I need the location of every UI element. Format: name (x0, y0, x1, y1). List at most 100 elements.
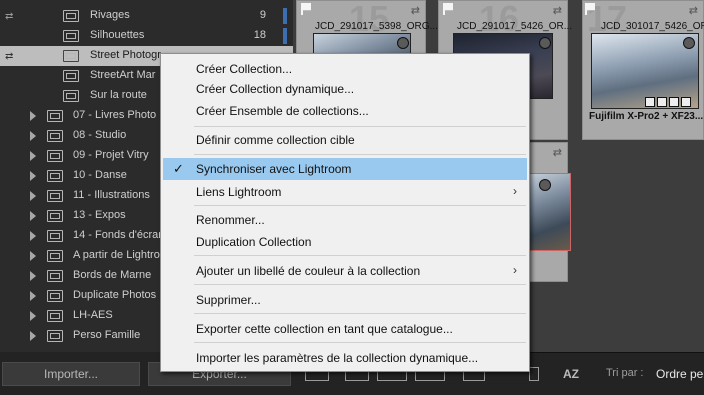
crop-badge-icon (657, 97, 667, 107)
menu-separator (194, 255, 526, 256)
collection-set-label: Perso Famille (73, 329, 141, 341)
menu-item-label: Créer Ensemble de collections... (196, 104, 369, 118)
menu-item-create-collection-set[interactable]: Créer Ensemble de collections... (163, 100, 527, 122)
expand-triangle-icon[interactable] (30, 231, 36, 241)
submenu-arrow-icon: › (513, 263, 517, 277)
menu-item-sync-lightroom[interactable]: ✓ Synchroniser avec Lightroom (163, 158, 527, 180)
submenu-arrow-icon: › (513, 184, 517, 198)
checkmark-icon: ✓ (173, 161, 184, 176)
collection-set-icon (47, 270, 63, 282)
menu-item-label: Synchroniser avec Lightroom (196, 162, 352, 176)
menu-item-label: Importer les paramètres de la collection… (196, 351, 479, 365)
menu-separator (194, 154, 526, 155)
collection-item-silhouettes[interactable]: Silhouettes 18 (0, 26, 293, 46)
menu-item-duplicate-collection[interactable]: Duplication Collection (163, 231, 527, 253)
expand-triangle-icon[interactable] (30, 151, 36, 161)
expand-triangle-icon[interactable] (30, 331, 36, 341)
collection-set-icon (47, 170, 63, 182)
expand-triangle-icon[interactable] (30, 291, 36, 301)
painter-icon[interactable] (529, 367, 539, 381)
menu-separator (194, 284, 526, 285)
expand-triangle-icon[interactable] (30, 311, 36, 321)
file-name: JCD_291017_5426_OR... (457, 21, 573, 32)
expand-triangle-icon[interactable] (30, 191, 36, 201)
menu-item-label: Renommer... (196, 213, 265, 227)
menu-separator (194, 205, 526, 206)
menu-item-label: Liens Lightroom (196, 185, 282, 199)
menu-item-label: Exporter cette collection en tant que ca… (196, 322, 453, 336)
expand-triangle-icon[interactable] (30, 211, 36, 221)
collection-set-label: 10 - Danse (73, 169, 127, 181)
collection-set-icon (47, 250, 63, 262)
menu-item-import-smart-collection-settings[interactable]: Importer les paramètres de la collection… (163, 347, 527, 369)
menu-item-label: Définir comme collection cible (196, 133, 355, 147)
expand-triangle-icon[interactable] (30, 171, 36, 181)
collection-label: StreetArt Mar (90, 69, 156, 81)
sync-indicator (283, 8, 287, 24)
menu-item-rename[interactable]: Renommer... (163, 209, 527, 231)
rotate-icon[interactable]: ⇄ (689, 4, 698, 17)
sort-value[interactable]: Ordre per (656, 367, 704, 381)
collection-set-icon (47, 310, 63, 322)
menu-item-label: Créer Collection... (196, 62, 293, 76)
menu-item-create-collection[interactable]: Créer Collection... (163, 58, 527, 80)
collection-set-label: Bords de Marne (73, 269, 152, 281)
collection-set-icon (47, 130, 63, 142)
collection-set-label: 09 - Projet Vitry (73, 149, 149, 161)
collection-set-icon (47, 110, 63, 122)
menu-item-label: Supprimer... (196, 293, 261, 307)
menu-item-export-as-catalog[interactable]: Exporter cette collection en tant que ca… (163, 318, 527, 340)
select-circle-icon[interactable] (539, 37, 551, 49)
sync-icon[interactable]: ⇄ (5, 51, 13, 62)
expand-triangle-icon[interactable] (30, 111, 36, 121)
menu-item-delete[interactable]: Supprimer... (163, 289, 527, 311)
expand-triangle-icon[interactable] (30, 131, 36, 141)
collection-set-label: 11 - Illustrations (73, 189, 150, 201)
collection-icon (63, 90, 79, 102)
menu-item-add-color-label[interactable]: Ajouter un libellé de couleur à la colle… (163, 260, 527, 282)
sync-icon[interactable]: ⇄ (5, 11, 13, 22)
menu-item-create-smart-collection[interactable]: Créer Collection dynamique... (163, 78, 527, 100)
collection-set-icon (47, 290, 63, 302)
flag-icon[interactable] (443, 3, 453, 15)
collection-icon (63, 30, 79, 42)
collection-set-icon (47, 330, 63, 342)
menu-separator (194, 313, 526, 314)
menu-separator (194, 342, 526, 343)
expand-triangle-icon[interactable] (30, 271, 36, 281)
collection-badge-icon (669, 97, 679, 107)
select-circle-icon[interactable] (683, 37, 695, 49)
collection-count: 9 (259, 9, 266, 21)
collection-set-label: Duplicate Photos (73, 289, 157, 301)
sort-direction-icon[interactable]: AZ (563, 367, 579, 381)
collection-set-label: 07 - Livres Photo (73, 109, 157, 121)
collection-item-rivages[interactable]: ⇄ Rivages 9 (0, 6, 293, 26)
grid-cell[interactable]: 17 ⇄ JCD_301017_5426_OR... Fujifilm X-Pr… (582, 0, 704, 140)
collection-set-label: LH-AES (73, 309, 113, 321)
select-circle-icon[interactable] (397, 37, 409, 49)
collection-set-label: 13 - Expos (73, 209, 126, 221)
collection-set-icon (47, 190, 63, 202)
select-circle-icon[interactable] (539, 179, 551, 191)
rotate-icon[interactable]: ⇄ (411, 4, 420, 17)
keyword-badge-icon (645, 97, 655, 107)
flag-icon[interactable] (301, 3, 311, 15)
menu-item-lightroom-links[interactable]: Liens Lightroom › (163, 181, 527, 203)
context-menu: Créer Collection... Créer Collection dyn… (160, 53, 530, 372)
menu-item-set-target-collection[interactable]: Définir comme collection cible (163, 129, 527, 151)
rotate-icon[interactable]: ⇄ (553, 4, 562, 17)
collection-set-icon (47, 210, 63, 222)
expand-triangle-icon[interactable] (30, 251, 36, 261)
menu-item-label: Ajouter un libellé de couleur à la colle… (196, 264, 421, 278)
import-button[interactable]: Importer... (2, 362, 140, 386)
file-name: JCD_291017_5398_ORG... (315, 21, 438, 32)
menu-item-label: Créer Collection dynamique... (196, 82, 355, 96)
sync-indicator (283, 28, 287, 44)
collection-set-icon (47, 230, 63, 242)
collection-label: Street Photogr (90, 49, 161, 61)
rotate-icon[interactable]: ⇄ (553, 146, 562, 159)
collection-label: Rivages (90, 9, 130, 21)
collection-label: Sur la route (90, 89, 147, 101)
develop-badge-icon (681, 97, 691, 107)
collection-count: 18 (253, 29, 266, 41)
